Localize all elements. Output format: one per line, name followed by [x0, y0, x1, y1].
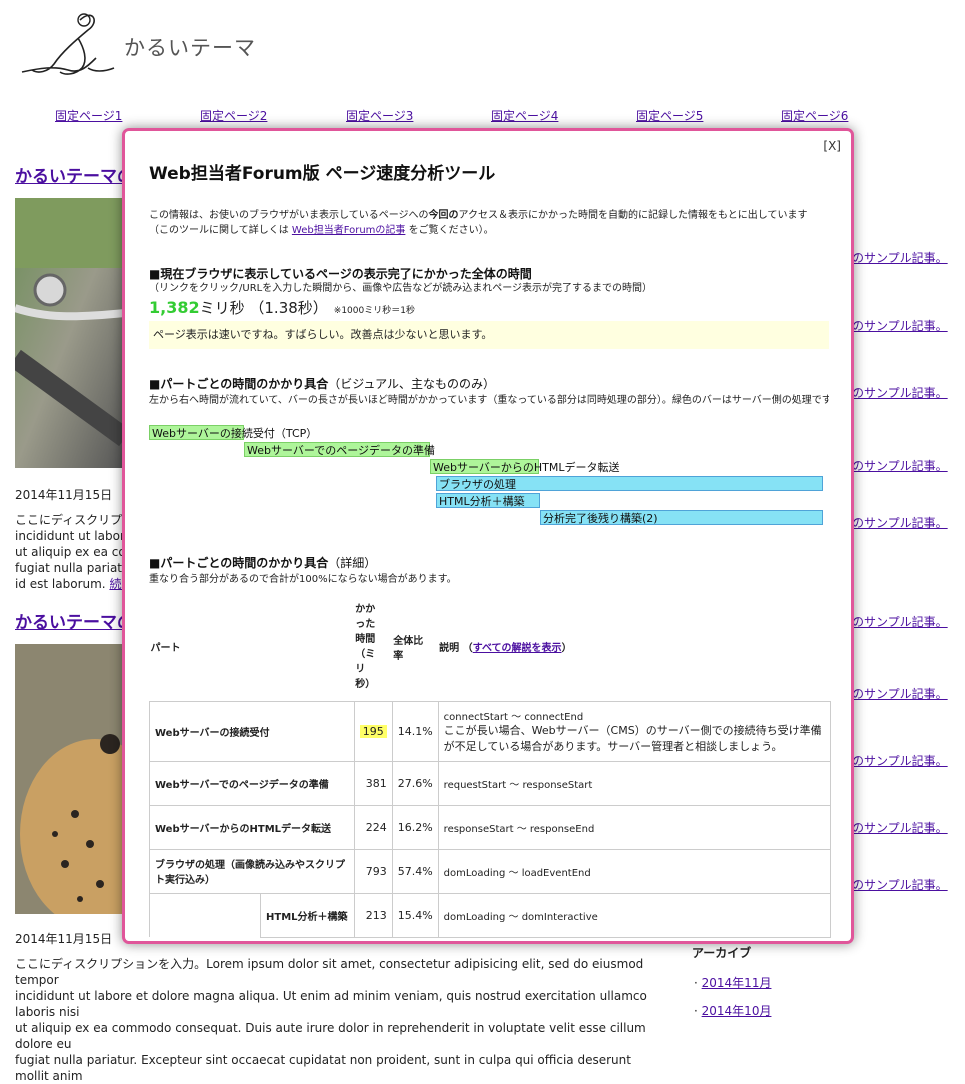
- timeline-bar-label: HTML分析＋構築: [439, 495, 525, 508]
- modal-intro: この情報は、お使いのブラウザがいま表示しているページへの今回のアクセス＆表示にか…: [149, 210, 808, 236]
- post-date: 2014年11月15日: [15, 932, 113, 946]
- row-desc: responseStart 〜 responseEnd: [437, 804, 832, 850]
- post-thumbnail-leopard[interactable]: [15, 644, 125, 914]
- timeline-bar: Webサーバーの接続受付（TCP）: [149, 425, 317, 440]
- site-logo: [21, 13, 115, 75]
- section-total-title: ■現在ブラウザに表示しているページの表示完了にかかった全体の時間: [149, 267, 532, 281]
- sidebar-post-link[interactable]: のサンプル記事。: [852, 249, 948, 266]
- total-time: 1,382ミリ秒 （1.38秒） ※1000ミリ秒＝1秒: [149, 297, 415, 318]
- verdict-message: ページ表示は速いですね。すばらしい。改善点は少ないと思います。: [149, 321, 829, 349]
- row-desc: connectStart 〜 connectEnd ここが長い場合、Webサーバー…: [437, 700, 832, 762]
- article-link[interactable]: Web担当者Forumの記事: [292, 225, 406, 236]
- section-visual-title: ■パートごとの時間のかかり具合（ビジュアル、主なもののみ）: [149, 377, 496, 391]
- section-visual-note: 左から右へ時間が流れていて、バーの長さが長いほど時間がかかっています（重なってい…: [149, 395, 829, 406]
- table-row: Webサーバーの接続受付 195 14.1% connectStart 〜 co…: [149, 700, 832, 762]
- row-desc: domLoading 〜 domInteractive: [437, 892, 832, 938]
- sidebar-post-link[interactable]: のサンプル記事。: [852, 514, 948, 531]
- post-thumbnail-bicycle[interactable]: [15, 198, 125, 468]
- post-date: 2014年11月15日: [15, 488, 113, 502]
- timeline-bar: 分析完了後残り構築(2): [540, 510, 823, 525]
- post-excerpt: ここにディスクリプションを入力。Lorem ipsum dolor sit am…: [15, 957, 647, 1083]
- table-row: HTML分析＋構築 213 15.4% domLoading 〜 domInte…: [149, 892, 832, 938]
- nav-item-3[interactable]: 固定ページ3: [346, 107, 413, 124]
- post-title[interactable]: かるいテーマの: [15, 162, 134, 187]
- row-part: HTML分析＋構築: [260, 892, 355, 938]
- timeline-bar: HTML分析＋構築: [436, 493, 540, 508]
- nav-item-4[interactable]: 固定ページ4: [491, 107, 558, 124]
- row-desc: domLoading 〜 loadEventEnd: [437, 848, 832, 894]
- archive-heading: アーカイブ: [692, 946, 752, 960]
- archive-item: · 2014年10月: [694, 1004, 772, 1018]
- table-row: WebサーバーからのHTMLデータ転送 224 16.2% responseSt…: [149, 804, 832, 850]
- section-detail-note: 重なり合う部分があるので合計が100%にならない場合があります。: [149, 574, 457, 585]
- sidebar-post-link[interactable]: のサンプル記事。: [852, 876, 948, 893]
- row-ms: 793: [353, 848, 393, 894]
- total-ms: 1,382: [149, 298, 200, 317]
- nav-item-5[interactable]: 固定ページ5: [636, 107, 703, 124]
- row-ratio: 16.2%: [391, 804, 439, 850]
- archive-link[interactable]: 2014年10月: [702, 1004, 772, 1018]
- detail-table: パート かか った 時間 （ミリ秒） 全体比率 説明 （すべての解説を表示） Webサ…: [149, 593, 832, 938]
- timeline-bar: ブラウザの処理: [436, 476, 823, 491]
- timeline-bar: WebサーバーからのHTMLデータ転送: [430, 459, 620, 474]
- post-title[interactable]: かるいテーマの: [15, 608, 134, 633]
- sidebar-post-link[interactable]: のサンプル記事。: [852, 317, 948, 334]
- row-part: ブラウザの処理（画像読み込みやスクリプト実行込み）: [149, 848, 355, 894]
- header-desc: 説明 （すべての解説を表示）: [439, 643, 572, 655]
- site-title[interactable]: かるいテーマ: [124, 32, 256, 62]
- sidebar-post-link[interactable]: のサンプル記事。: [852, 384, 948, 401]
- close-button[interactable]: [X]: [823, 139, 841, 153]
- table-row: Webサーバーでのページデータの準備 381 27.6% requestStar…: [149, 760, 832, 806]
- section-detail-title: ■パートごとの時間のかかり具合（詳細）: [149, 556, 377, 570]
- archive-item: · 2014年11月: [694, 976, 772, 990]
- header-time: かか った 時間 （ミリ秒）: [355, 603, 376, 690]
- row-ms: 224: [353, 804, 393, 850]
- timeline-bar-label-ext: HTMLデータ転送: [533, 461, 620, 474]
- archive-link[interactable]: 2014年11月: [702, 976, 772, 990]
- row-ms: 213: [353, 892, 393, 938]
- row-part: Webサーバーの接続受付: [149, 700, 355, 762]
- speed-analysis-modal: [X] Web担当者Forum版 ページ速度分析ツール この情報は、お使いのブラ…: [122, 128, 854, 944]
- sidebar-post-link[interactable]: のサンプル記事。: [852, 752, 948, 769]
- show-all-explanations-link[interactable]: すべての解説を表示: [473, 643, 562, 654]
- modal-title: Web担当者Forum版 ページ速度分析ツール: [149, 164, 496, 184]
- total-note: ※1000ミリ秒＝1秒: [333, 306, 415, 316]
- row-ratio: 14.1%: [391, 700, 439, 762]
- timeline-bar-label: Webサーバーの接続: [152, 427, 253, 440]
- header-ratio: 全体比率: [393, 635, 424, 662]
- row-part: Webサーバーでのページデータの準備: [149, 760, 355, 806]
- timeline-bar-label: 分析完了後残り構築(2): [543, 512, 658, 525]
- timeline-bar-label: ブラウザの処理: [439, 478, 516, 491]
- row-ratio: 27.6%: [391, 760, 439, 806]
- timeline-bar-label-ext: 受付（TCP）: [252, 427, 318, 440]
- nav-item-2[interactable]: 固定ページ2: [200, 107, 267, 124]
- nav-item-6[interactable]: 固定ページ6: [781, 107, 848, 124]
- timeline-chart: Webサーバーの接続受付（TCP） Webサーバーでのページデータの準備 Webサー…: [149, 425, 829, 535]
- table-header-row: パート かか った 時間 （ミリ秒） 全体比率 説明 （すべての解説を表示）: [150, 593, 831, 701]
- row-ms: 381: [353, 760, 393, 806]
- sidebar-post-link[interactable]: のサンプル記事。: [852, 457, 948, 474]
- row-desc: requestStart 〜 responseStart: [437, 760, 832, 806]
- table-row: ブラウザの処理（画像読み込みやスクリプト実行込み） 793 57.4% domL…: [149, 848, 832, 894]
- header-part: パート: [150, 643, 181, 655]
- section-total-note: （リンクをクリック/URLを入力した瞬間から、画像や広告などが読み込まれページ表…: [149, 283, 653, 294]
- row-ratio: 57.4%: [391, 848, 439, 894]
- row-indent: [149, 892, 261, 937]
- timeline-bar-label: Webサーバーでのページデータの準備: [247, 444, 435, 457]
- timeline-bar: Webサーバーでのページデータの準備: [244, 442, 435, 457]
- sidebar-post-link[interactable]: のサンプル記事。: [852, 819, 948, 836]
- sidebar-post-link[interactable]: のサンプル記事。: [852, 613, 948, 630]
- timeline-bar-label: Webサーバーからの: [433, 461, 534, 474]
- row-ms: 195: [353, 700, 393, 762]
- total-unit: ミリ秒 （1.38秒）: [199, 299, 328, 317]
- row-part: WebサーバーからのHTMLデータ転送: [149, 804, 355, 850]
- nav-item-1[interactable]: 固定ページ1: [55, 107, 122, 124]
- sidebar-post-link[interactable]: のサンプル記事。: [852, 685, 948, 702]
- row-ratio: 15.4%: [391, 892, 439, 938]
